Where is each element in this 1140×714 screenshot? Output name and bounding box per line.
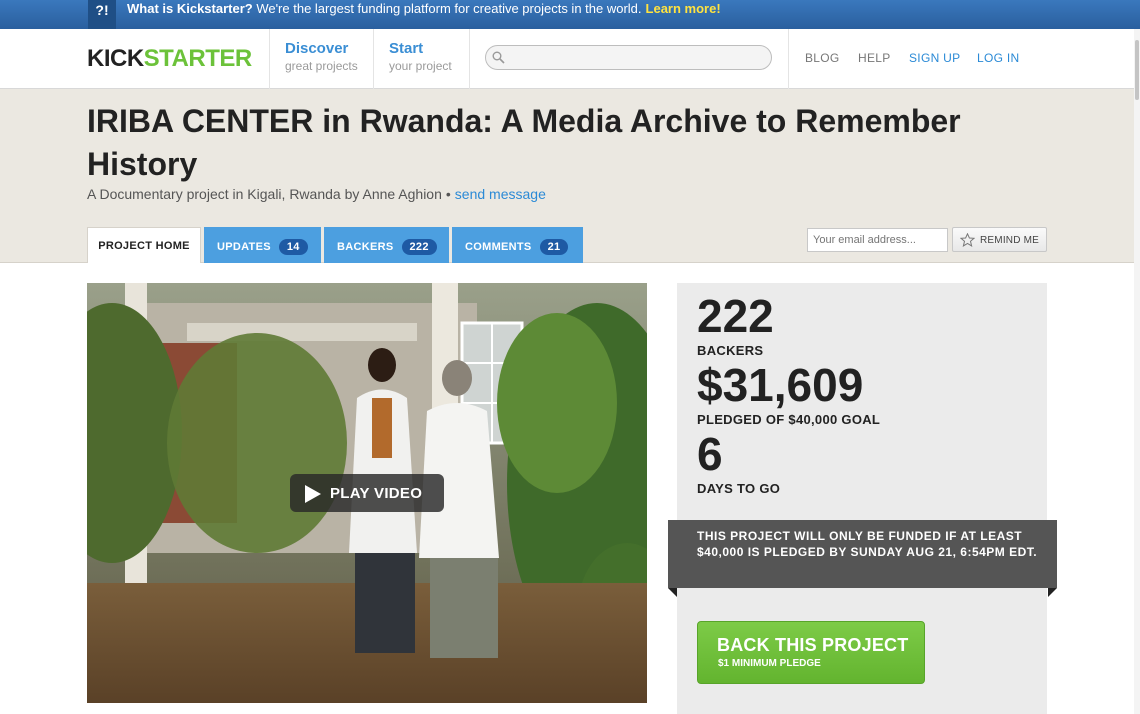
signup-link[interactable]: SIGN UP [909, 51, 960, 65]
project-byline: A Documentary project in Kigali, Rwanda … [87, 186, 546, 202]
start-nav[interactable]: Start your project [389, 40, 452, 73]
play-video-label: PLAY VIDEO [330, 485, 423, 502]
pledged-label: PLEDGED OF $40,000 GOAL [697, 412, 881, 427]
play-video-button[interactable]: PLAY VIDEO [290, 474, 444, 512]
discover-subtitle: great projects [285, 59, 358, 73]
days-to-go-label: DAYS TO GO [697, 481, 781, 496]
funding-deadline-notice: THIS PROJECT WILL ONLY BE FUNDED IF AT L… [668, 520, 1057, 588]
backers-count-badge: 222 [401, 239, 437, 255]
header-divider [788, 29, 789, 89]
tab-label: BACKERS [337, 241, 394, 253]
tab-label: COMMENTS [465, 241, 532, 253]
start-title: Start [389, 40, 424, 57]
byline-bullet: • [445, 186, 451, 202]
backers-count: 222 [697, 290, 774, 342]
header-divider [469, 29, 470, 89]
banner-description: We're the largest funding platform for c… [252, 1, 642, 16]
days-to-go-count: 6 [697, 428, 723, 480]
send-message-link[interactable]: send message [455, 186, 546, 202]
discover-nav[interactable]: Discover great projects [285, 40, 358, 73]
tab-backers[interactable]: BACKERS 222 [324, 227, 449, 263]
banner-text: What is Kickstarter? We're the largest f… [127, 2, 721, 16]
email-field[interactable] [807, 228, 948, 252]
back-project-label: BACK THIS PROJECT [717, 635, 909, 655]
byline-text: A Documentary project in Kigali, Rwanda … [87, 186, 442, 202]
tab-comments[interactable]: COMMENTS 21 [452, 227, 583, 263]
minimum-pledge-label: $1 MINIMUM PLEDGE [718, 658, 821, 669]
site-header: KICKSTARTER Discover great projects Star… [0, 29, 1140, 89]
ribbon-fold [668, 588, 677, 597]
logo-part-kick: KICK [87, 45, 144, 72]
kickstarter-logo[interactable]: KICKSTARTER [87, 45, 252, 73]
banner-question: What is Kickstarter? [127, 1, 253, 16]
back-this-project-button[interactable]: BACK THIS PROJECT $1 MINIMUM PLEDGE [697, 621, 925, 684]
scrollbar-thumb[interactable] [1135, 40, 1139, 100]
blog-link[interactable]: BLOG [805, 51, 840, 65]
tab-label: PROJECT HOME [98, 240, 190, 252]
funding-note-text: THIS PROJECT WILL ONLY BE FUNDED IF AT L… [697, 529, 1038, 559]
backers-label: BACKERS [697, 343, 764, 358]
tab-project-home[interactable]: PROJECT HOME [87, 227, 201, 263]
login-link[interactable]: LOG IN [977, 51, 1019, 65]
header-divider [373, 29, 374, 89]
comments-count-badge: 21 [539, 239, 569, 255]
header-divider [269, 29, 270, 89]
learn-more-link[interactable]: Learn more! [646, 1, 721, 16]
updates-count-badge: 14 [278, 239, 308, 255]
tab-label: UPDATES [217, 241, 271, 253]
remind-me-label: REMIND ME [980, 235, 1040, 246]
play-icon [305, 485, 321, 503]
project-title: IRIBA CENTER in Rwanda: A Media Archive … [87, 103, 961, 182]
help-link[interactable]: HELP [858, 51, 891, 65]
search-input[interactable] [510, 49, 760, 66]
tab-updates[interactable]: UPDATES 14 [204, 227, 321, 263]
remind-me-button[interactable]: REMIND ME [952, 227, 1047, 252]
discover-title: Discover [285, 40, 349, 57]
page-scrollbar[interactable] [1134, 29, 1140, 714]
search-box[interactable] [485, 45, 772, 70]
pledged-amount: $31,609 [697, 359, 864, 411]
search-icon [492, 51, 505, 64]
ribbon-fold [1048, 588, 1057, 597]
star-icon [960, 233, 975, 247]
logo-part-starter: STARTER [143, 45, 253, 72]
start-subtitle: your project [389, 59, 452, 73]
badge-text: ?! [95, 2, 109, 18]
